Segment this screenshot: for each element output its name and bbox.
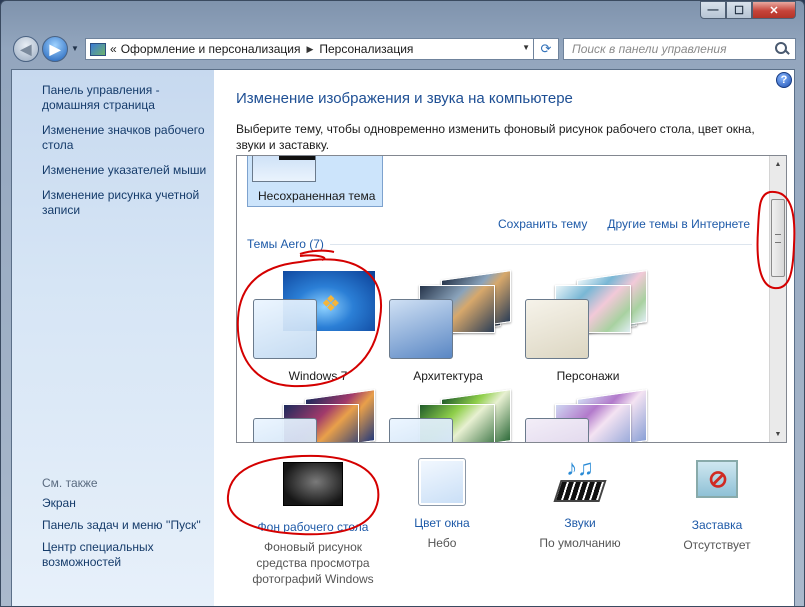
- refresh-icon: ⟳: [540, 41, 552, 56]
- theme-window-color-swatch: [253, 418, 317, 442]
- theme-windows7[interactable]: Windows 7: [249, 271, 379, 391]
- address-bar[interactable]: « Оформление и персонализация ▶ Персонал…: [85, 38, 535, 60]
- screensaver-icon: [687, 460, 747, 508]
- save-theme-link[interactable]: Сохранить тему: [498, 217, 587, 231]
- breadcrumb-personalization[interactable]: Персонализация: [319, 42, 413, 56]
- see-also-taskbar[interactable]: Панель задач и меню ''Пуск'': [42, 518, 212, 533]
- caption-buttons: — ☐ ✕: [700, 1, 796, 19]
- recent-pages-dropdown[interactable]: ▼: [71, 44, 79, 53]
- theme-unsaved[interactable]: Несохраненная тема: [247, 156, 383, 207]
- desktop-background-value: Фоновый рисунок средства просмотра фотог…: [252, 540, 374, 586]
- screensaver-setting[interactable]: Заставка Отсутствует: [647, 458, 787, 553]
- theme-window-color-swatch: [525, 299, 589, 359]
- desktop-background-link[interactable]: Фон рабочего стола: [243, 520, 383, 534]
- theme-name: Персонажи: [556, 369, 620, 383]
- scroll-down-icon[interactable]: ▼: [770, 426, 786, 442]
- back-arrow-icon: ◀: [20, 40, 32, 57]
- theme-list-scrollbar[interactable]: ▲ ▼: [769, 156, 786, 442]
- sounds-setting[interactable]: ♪♫ Звуки По умолчанию: [510, 457, 650, 551]
- theme-list[interactable]: Несохраненная тема Сохранить тему Другие…: [236, 155, 787, 443]
- screensaver-value: Отсутствует: [683, 538, 751, 552]
- sidebar-link-home[interactable]: Панель управления - домашняя страница: [42, 83, 212, 113]
- theme-window-color-swatch: [253, 299, 317, 359]
- theme-thumbnail: [252, 156, 316, 182]
- theme-links: Сохранить тему Другие темы в Интернете: [498, 217, 750, 231]
- sounds-value: По умолчанию: [539, 536, 621, 550]
- theme-settings-row: Фон рабочего стола Фоновый рисунок средс…: [214, 457, 789, 588]
- sidebar-link-account-picture[interactable]: Изменение рисунка учетной записи: [42, 188, 212, 218]
- breadcrumb-separator-icon[interactable]: ▶: [306, 44, 313, 55]
- theme-window-color-swatch: [389, 418, 453, 442]
- theme-architecture[interactable]: Архитектура: [385, 270, 515, 391]
- back-button[interactable]: ◀: [13, 36, 39, 62]
- address-dropdown-icon[interactable]: ▼: [522, 43, 530, 52]
- aero-themes-header: Темы Aero (7): [247, 237, 752, 251]
- online-themes-link[interactable]: Другие темы в Интернете: [607, 217, 750, 231]
- sidebar-link-desktop-icons[interactable]: Изменение значков рабочего стола: [42, 123, 212, 153]
- see-also-section: См. также Экран Панель задач и меню ''Пу…: [42, 476, 212, 577]
- search-input[interactable]: Поиск в панели управления: [563, 38, 796, 60]
- page-title: Изменение изображения и звука на компьют…: [236, 90, 573, 107]
- theme-window-color-swatch: [525, 418, 589, 442]
- sounds-link[interactable]: Звуки: [510, 516, 650, 530]
- breadcrumb-overflow[interactable]: «: [110, 42, 117, 56]
- minimize-button[interactable]: —: [700, 1, 726, 19]
- window-color-setting[interactable]: Цвет окна Небо: [372, 458, 512, 551]
- search-icon[interactable]: [773, 40, 791, 58]
- see-also-header: См. также: [42, 476, 98, 490]
- theme-unsaved-label: Несохраненная тема: [258, 189, 376, 203]
- window-color-link[interactable]: Цвет окна: [372, 516, 512, 530]
- theme-nature[interactable]: [385, 389, 515, 442]
- main-content: ? Изменение изображения и звука на компь…: [214, 70, 794, 606]
- chevron-down-icon: ▼: [71, 44, 79, 53]
- scroll-up-icon[interactable]: ▲: [770, 156, 786, 172]
- theme-scenes[interactable]: [521, 389, 651, 442]
- breadcrumb-appearance[interactable]: Оформление и персонализация: [121, 42, 301, 56]
- theme-window-color-swatch: [389, 299, 453, 359]
- close-button[interactable]: ✕: [752, 1, 796, 19]
- forward-arrow-icon: ▶: [49, 40, 61, 57]
- sidebar-link-mouse-pointers[interactable]: Изменение указателей мыши: [42, 163, 212, 178]
- theme-landscapes[interactable]: [249, 389, 379, 442]
- navigation-bar: ◀ ▶ ▼ « Оформление и персонализация ▶ Пе…: [11, 34, 796, 64]
- window-color-value: Небо: [427, 536, 457, 550]
- sidebar: Панель управления - домашняя страница Из…: [12, 70, 214, 606]
- help-icon[interactable]: ?: [776, 72, 792, 88]
- sidebar-tasks: Панель управления - домашняя страница Из…: [42, 83, 212, 228]
- see-also-ease-of-access[interactable]: Центр специальных возможностей: [42, 540, 212, 570]
- see-also-display[interactable]: Экран: [42, 496, 212, 511]
- control-panel-icon: [90, 42, 106, 56]
- wallpaper-icon: [283, 462, 343, 510]
- scroll-thumb[interactable]: [771, 199, 785, 277]
- client-area: Панель управления - домашняя страница Из…: [11, 69, 795, 606]
- theme-name: Архитектура: [413, 369, 483, 383]
- theme-name: Windows 7: [288, 369, 348, 383]
- search-placeholder: Поиск в панели управления: [572, 42, 727, 56]
- page-description: Выберите тему, чтобы одновременно измени…: [236, 122, 755, 152]
- maximize-button[interactable]: ☐: [726, 1, 752, 19]
- theme-characters[interactable]: Персонажи: [521, 270, 651, 391]
- forward-button[interactable]: ▶: [42, 36, 68, 62]
- window-color-icon: [412, 458, 472, 506]
- sounds-icon: ♪♫: [550, 457, 610, 506]
- screensaver-link[interactable]: Заставка: [647, 518, 787, 532]
- divider: [329, 243, 752, 245]
- desktop-background-setting[interactable]: Фон рабочего стола Фоновый рисунок средс…: [243, 458, 383, 587]
- refresh-button[interactable]: ⟳: [533, 38, 559, 60]
- window-frame: — ☐ ✕ ◀ ▶ ▼ « Оформление и персонализаци…: [0, 0, 805, 607]
- aero-themes-label: Темы Aero (7): [247, 237, 324, 251]
